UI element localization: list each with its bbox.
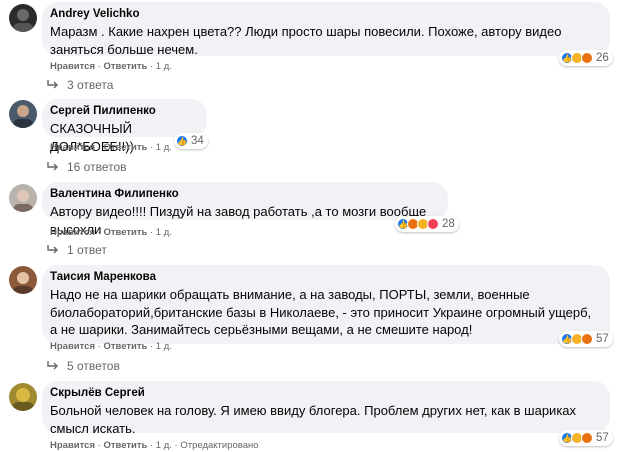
angry-reaction-icon: [581, 333, 593, 345]
love-reaction-icon: [427, 218, 439, 230]
avatar-image: [12, 388, 34, 411]
avatar-image: [13, 190, 33, 212]
comment-actions: Нравится · Ответить · 1 д.: [50, 227, 172, 238]
avatar[interactable]: [9, 383, 37, 411]
replies-count: 5 ответов: [67, 359, 120, 373]
reply-arrow-icon: [47, 245, 58, 254]
comment-actions: Нравится · Ответить · 1 д.: [50, 61, 172, 72]
angry-reaction-icon: [581, 432, 593, 444]
comment-time[interactable]: 1 д.: [156, 227, 172, 238]
comment-actions: Нравится · Ответить · 1 д.: [50, 142, 172, 153]
comment-author[interactable]: Валентина Филипенко: [50, 187, 438, 202]
reply-link[interactable]: Ответить: [103, 61, 147, 72]
reply-link[interactable]: Ответить: [103, 142, 147, 153]
comment-actions: Нравится · Ответить · 1 д.: [50, 341, 172, 352]
view-replies-link[interactable]: 5 ответов: [47, 359, 120, 373]
comment-text: Больной человек на голову. Я имею ввиду …: [50, 403, 577, 436]
reply-arrow-icon: [47, 80, 58, 89]
avatar[interactable]: [9, 184, 37, 212]
comment-author[interactable]: Таисия Маренкова: [50, 270, 600, 285]
avatar-image: [13, 272, 33, 294]
reaction-count: 34: [191, 135, 204, 147]
comment-author[interactable]: Andrey Velichko: [50, 7, 600, 22]
like-link[interactable]: Нравится: [50, 61, 95, 72]
comment-time[interactable]: 1 д.: [156, 61, 172, 72]
like-link[interactable]: Нравится: [50, 227, 95, 238]
reaction-count: 57: [596, 333, 609, 345]
reaction-count: 57: [596, 432, 609, 444]
comment-actions: Нравится · Ответить · 1 д. · Отредактиро…: [50, 440, 259, 451]
like-link[interactable]: Нравится: [50, 341, 95, 352]
reaction-summary[interactable]: 👍 57: [559, 430, 613, 446]
comment-bubble: Сергей Пилипенко СКАЗОЧНЫЙ ДОЛ*БОЕБ!!)): [42, 99, 207, 154]
edited-label: Отредактировано: [180, 440, 259, 451]
avatar[interactable]: [9, 4, 37, 32]
comment-text: Маразм . Какие нахрен цвета?? Люди прост…: [50, 24, 562, 57]
comment-time[interactable]: 1 д.: [156, 341, 172, 352]
view-replies-link[interactable]: 16 ответов: [47, 160, 127, 174]
reaction-count: 28: [442, 218, 455, 230]
reply-link[interactable]: Ответить: [103, 440, 147, 451]
comment-bubble: Таисия Маренкова Надо не на шарики обращ…: [42, 265, 610, 344]
comment-time[interactable]: 1 д.: [156, 142, 172, 153]
avatar-image: [13, 9, 33, 32]
replies-count: 3 ответа: [67, 78, 114, 92]
reaction-summary[interactable]: 👍 34: [174, 133, 208, 149]
replies-count: 1 ответ: [67, 243, 107, 257]
reply-arrow-icon: [47, 361, 58, 370]
comment-author[interactable]: Сергей Пилипенко: [50, 104, 197, 119]
reply-arrow-icon: [47, 162, 58, 171]
reply-link[interactable]: Ответить: [103, 227, 147, 238]
reaction-summary[interactable]: 👍 26: [559, 50, 613, 66]
view-replies-link[interactable]: 3 ответа: [47, 78, 113, 92]
view-replies-link[interactable]: 1 ответ: [47, 243, 107, 257]
avatar-image: [13, 105, 33, 128]
reaction-summary[interactable]: 👍 57: [559, 331, 613, 347]
reaction-count: 26: [596, 52, 609, 64]
like-reaction-icon: 👍: [176, 135, 188, 147]
comment-bubble: Валентина Филипенко Автору видео!!!! Пиз…: [42, 182, 448, 237]
comment-bubble: Скрылёв Сергей Больной человек на голову…: [42, 381, 610, 436]
reaction-summary[interactable]: 👍 28: [395, 216, 459, 232]
avatar[interactable]: [9, 100, 37, 128]
comment-text: Надо не на шарики обращать внимание, а н…: [50, 287, 592, 337]
angry-reaction-icon: [581, 52, 593, 64]
comment-time[interactable]: 1 д.: [156, 440, 172, 451]
like-link[interactable]: Нравится: [50, 440, 95, 451]
comment-bubble: Andrey Velichko Маразм . Какие нахрен цв…: [42, 2, 610, 57]
avatar[interactable]: [9, 266, 37, 294]
comment-author[interactable]: Скрылёв Сергей: [50, 386, 600, 401]
replies-count: 16 ответов: [67, 160, 127, 174]
like-link[interactable]: Нравится: [50, 142, 95, 153]
reply-link[interactable]: Ответить: [103, 341, 147, 352]
